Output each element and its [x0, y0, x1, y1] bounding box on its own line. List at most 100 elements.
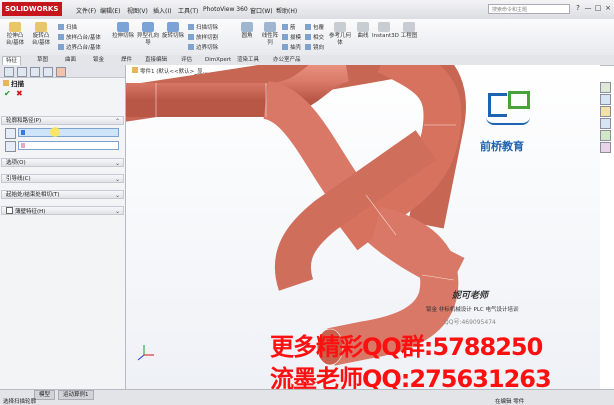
- title-bar: SOLIDWORKS 文件(F) 编辑(E) 视图(V) 插入(I) 工具(T)…: [0, 0, 614, 20]
- section-guide-curves[interactable]: 引导线(C) ⌄: [1, 174, 124, 183]
- tab-weldments[interactable]: 焊件: [118, 56, 135, 65]
- rib-button[interactable]: 筋: [282, 23, 296, 31]
- curves-button[interactable]: 曲线: [355, 22, 371, 40]
- boundary-icon: [58, 44, 64, 50]
- wrap-icon: [305, 24, 311, 30]
- brand-logo: [482, 89, 542, 135]
- path-icon: [5, 141, 16, 152]
- tab-sketch[interactable]: 草图: [34, 56, 51, 65]
- display-manager-icon[interactable]: [56, 67, 66, 77]
- task-pane-bar: [598, 80, 612, 160]
- dimxpert-manager-icon[interactable]: [43, 67, 53, 77]
- ok-button[interactable]: ✔: [4, 89, 11, 98]
- profile-selection-field[interactable]: [18, 128, 119, 137]
- menu-help[interactable]: 帮助(H): [276, 6, 297, 15]
- wrap-button[interactable]: 包覆: [305, 23, 324, 31]
- manager-tabs: [0, 65, 125, 78]
- boundary-boss-button[interactable]: 边界凸台/基体: [58, 43, 101, 51]
- profile-marker-icon: [21, 130, 25, 135]
- appearance-icon[interactable]: [600, 130, 611, 141]
- tab-office-products[interactable]: 办公室产品: [270, 56, 304, 65]
- tab-dimxpert[interactable]: DimXpert: [202, 56, 234, 65]
- menu-tools[interactable]: 工具(T): [178, 6, 198, 15]
- loft-cut-button[interactable]: 放样切割: [188, 33, 218, 41]
- menu-photoview[interactable]: PhotoView 360: [203, 6, 248, 13]
- tab-model[interactable]: 模型: [34, 390, 56, 400]
- close-icon[interactable]: ×: [603, 3, 613, 13]
- menu-view[interactable]: 视图(V): [127, 6, 148, 15]
- extrude-boss-button[interactable]: 拉伸凸台/基体: [4, 22, 26, 47]
- curve-icon: [357, 22, 369, 32]
- sweep-icon: [3, 80, 9, 86]
- revolve-icon: [35, 22, 47, 32]
- path-marker-icon: [21, 143, 25, 148]
- search-input[interactable]: 搜索命令和主题: [488, 4, 570, 14]
- hole-wizard-button[interactable]: 异型孔向导: [137, 22, 159, 47]
- help-icon[interactable]: ?: [573, 3, 583, 13]
- mirror-button[interactable]: 镜向: [305, 43, 324, 51]
- feature-tree-icon[interactable]: [4, 67, 14, 77]
- fillet-button[interactable]: 圆角: [238, 22, 256, 40]
- tab-motion-study[interactable]: 运动算例1: [58, 390, 94, 400]
- intersect-button[interactable]: 相交: [305, 33, 324, 41]
- property-title: 扫描: [3, 78, 24, 88]
- brand-name: 前桥教育: [480, 140, 524, 153]
- tab-sheet-metal[interactable]: 钣金: [90, 56, 107, 65]
- app-logo: SOLIDWORKS: [2, 2, 62, 16]
- boundary-cut-button[interactable]: 边界切除: [188, 43, 218, 51]
- contact-qq: QQ号:469095474: [444, 319, 496, 326]
- cancel-button[interactable]: ✖: [16, 89, 23, 98]
- loft-cut-icon: [188, 34, 194, 40]
- tab-render-tools[interactable]: 渲染工具: [234, 56, 262, 65]
- menu-file[interactable]: 文件(F): [76, 6, 96, 15]
- thin-feature-checkbox[interactable]: [6, 207, 13, 214]
- promo-line-1: 更多精彩QQ群:5788250: [270, 333, 543, 361]
- rib-icon: [282, 24, 288, 30]
- section-profile-path[interactable]: 轮廓和路径(P) ⌃: [1, 116, 124, 125]
- drawing-button[interactable]: 工程图: [398, 22, 420, 40]
- sweep-cut-icon: [188, 24, 194, 30]
- instant3d-button[interactable]: Instant3D: [372, 22, 399, 40]
- command-ribbon: 拉伸凸台/基体 旋转凸台/基体 扫描 放样凸台/基体 边界凸台/基体 拉伸切除 …: [0, 19, 614, 56]
- property-manager: 扫描 ✔ ✖ 轮廓和路径(P) ⌃ 选项(O) ⌄ 引导线(C) ⌄ 起始处/结束处相…: [0, 65, 126, 389]
- tab-surfaces[interactable]: 曲面: [62, 56, 79, 65]
- loft-icon: [58, 34, 64, 40]
- pattern-icon: [264, 22, 276, 32]
- path-selection-field[interactable]: [18, 141, 119, 150]
- section-options[interactable]: 选项(O) ⌄: [1, 158, 124, 167]
- revolve-cut-icon: [167, 22, 179, 32]
- extrude-icon: [9, 22, 21, 32]
- sweep-button[interactable]: 扫描: [58, 23, 77, 31]
- sweep-cut-button[interactable]: 扫描切除: [188, 23, 218, 31]
- shell-button[interactable]: 抽壳: [282, 43, 301, 51]
- tab-direct-edit[interactable]: 直接编辑: [142, 56, 170, 65]
- instant3d-icon: [378, 22, 390, 32]
- home-icon[interactable]: [600, 82, 611, 93]
- config-manager-icon[interactable]: [30, 67, 40, 77]
- minimize-icon[interactable]: —: [583, 3, 593, 13]
- folder-icon[interactable]: [600, 106, 611, 117]
- maximize-icon[interactable]: □: [593, 3, 603, 13]
- section-start-end-tangency[interactable]: 起始处/结束处相切(T) ⌄: [1, 190, 124, 199]
- reference-geometry-button[interactable]: 参考几何体: [328, 22, 352, 47]
- hole-icon: [142, 22, 154, 32]
- menu-window[interactable]: 窗口(W): [250, 6, 273, 15]
- draft-button[interactable]: 拔模: [282, 33, 301, 41]
- drawing-icon: [403, 22, 415, 32]
- tab-evaluate[interactable]: 评估: [178, 56, 195, 65]
- mirror-icon: [305, 44, 311, 50]
- cursor-highlight: [50, 127, 60, 137]
- custom-props-icon[interactable]: [600, 142, 611, 153]
- property-manager-icon[interactable]: [17, 67, 27, 77]
- revolve-cut-button[interactable]: 旋转切除: [162, 22, 184, 40]
- extrude-cut-button[interactable]: 拉伸切除: [112, 22, 134, 40]
- linear-pattern-button[interactable]: 线性阵列: [260, 22, 280, 47]
- explorer-icon[interactable]: [600, 118, 611, 129]
- menu-edit[interactable]: 编辑(E): [100, 6, 120, 15]
- section-thin-feature[interactable]: 薄壁特征(H) ⌄: [1, 206, 124, 215]
- course-subtitle: 钣金 非标机械设计 PLC 电气设计培训: [426, 307, 519, 313]
- revolve-boss-button[interactable]: 旋转凸台/基体: [30, 22, 52, 47]
- loft-button[interactable]: 放样凸台/基体: [58, 33, 101, 41]
- resources-icon[interactable]: [600, 94, 611, 105]
- menu-insert[interactable]: 插入(I): [153, 6, 171, 15]
